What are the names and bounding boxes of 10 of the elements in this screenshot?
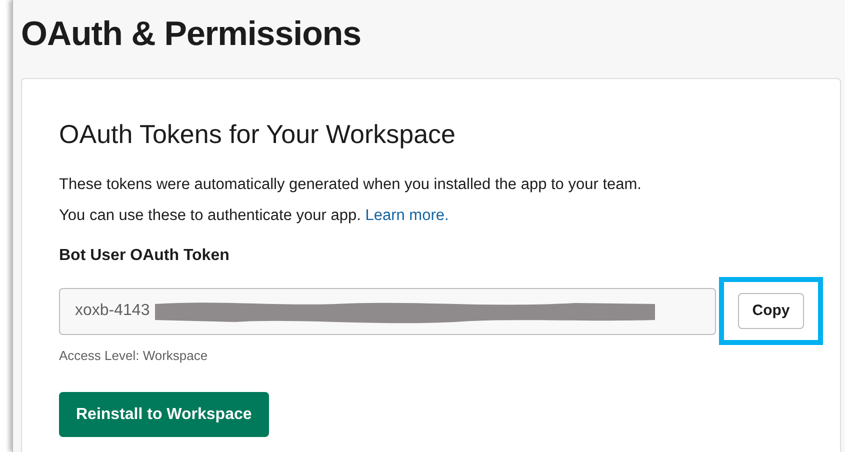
token-value: xoxb-4143 [75,301,150,321]
learn-more-link[interactable]: Learn more. [365,207,449,224]
copy-button[interactable]: Copy [738,293,804,329]
token-label: Bot User OAuth Token [59,246,230,266]
page-title: OAuth & Permissions [21,14,362,55]
token-field[interactable]: xoxb-4143 [59,288,716,334]
access-level-text: Access Level: Workspace [59,347,208,365]
reinstall-button[interactable]: Reinstall to Workspace [59,392,269,437]
description-text: These tokens were automatically generated when you installed the app to your team. You can use these to authenticate your app. Learn more. [59,175,642,226]
card-title: OAuth Tokens for Your Workspace [59,118,456,151]
